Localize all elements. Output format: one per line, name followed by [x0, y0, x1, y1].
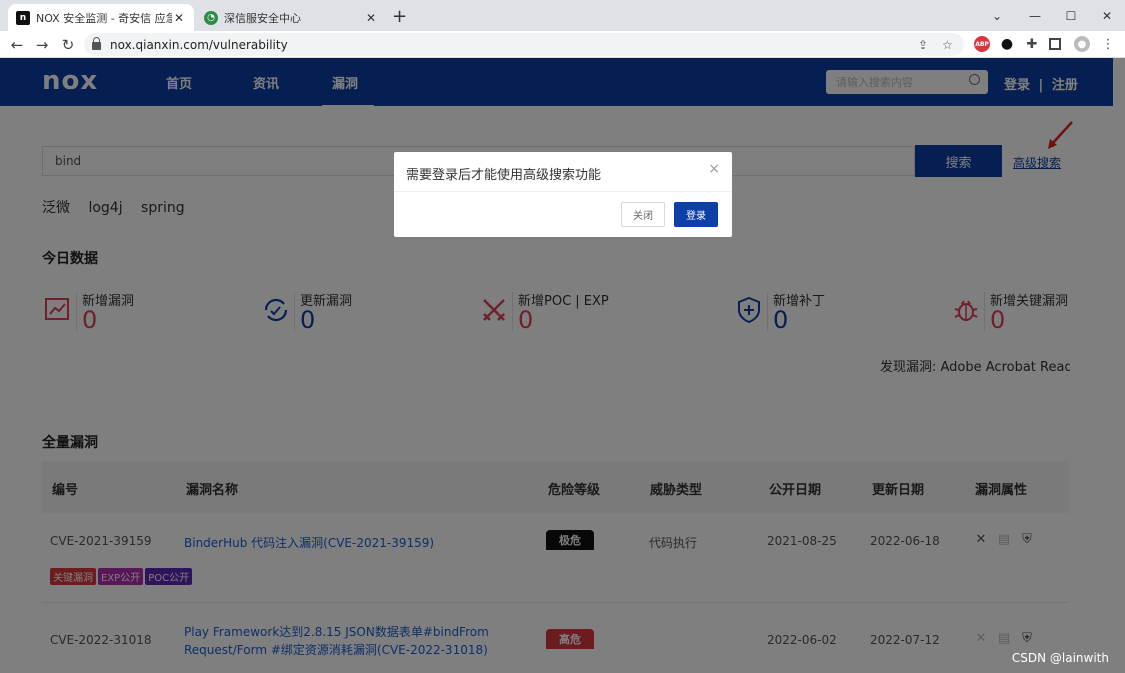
login-required-dialog: 需要登录后才能使用高级搜索功能 × 关闭 登录 — [394, 152, 732, 237]
url-field[interactable]: nox.qianxin.com/vulnerability ⇪ ☆ — [84, 33, 964, 56]
dialog-close-icon[interactable]: × — [708, 161, 720, 177]
address-bar: ← → ↻ nox.qianxin.com/vulnerability ⇪ ☆ — [0, 31, 1125, 58]
extension-circle-icon[interactable]: ● — [999, 36, 1015, 52]
browser-tab-bar: n NOX 安全监测 - 奇安信 应急响应 ✕ ◔ 深信服安全中心 ✕ + ⌄ … — [0, 0, 1125, 31]
forward-icon[interactable]: → — [32, 35, 52, 55]
puzzle-icon[interactable]: ✚ — [1024, 36, 1040, 52]
share-icon[interactable]: ⇪ — [918, 38, 928, 52]
new-tab-button[interactable]: + — [392, 6, 407, 27]
tab-search-icon[interactable]: ⌄ — [979, 0, 1015, 31]
nox-favicon-icon: n — [16, 10, 30, 25]
reload-icon[interactable]: ↻ — [58, 35, 78, 55]
page-content: nox 首页 资讯 漏洞 请输入搜索内容 登录 | 注册 bind 搜索 高级搜… — [0, 58, 1125, 673]
bookmark-star-icon[interactable]: ☆ — [942, 38, 953, 52]
tab-close-icon[interactable]: ✕ — [172, 11, 186, 25]
browser-tab-nox[interactable]: n NOX 安全监测 - 奇安信 应急响应 ✕ — [8, 4, 194, 31]
menu-icon[interactable]: ⋮ — [1100, 36, 1116, 52]
dialog-divider — [394, 191, 732, 192]
sidebar-icon[interactable] — [1049, 38, 1061, 50]
window-close-icon[interactable]: ✕ — [1089, 0, 1125, 31]
csdn-watermark: CSDN @lainwith — [1011, 651, 1109, 665]
minimize-icon[interactable]: — — [1017, 0, 1053, 31]
dialog-login-button[interactable]: 登录 — [674, 202, 718, 227]
maximize-icon[interactable]: ☐ — [1053, 0, 1089, 31]
tab-title: 深信服安全中心 — [224, 11, 301, 25]
url-text: nox.qianxin.com/vulnerability — [110, 37, 288, 52]
modal-backdrop[interactable] — [0, 58, 1125, 673]
back-icon[interactable]: ← — [7, 35, 27, 55]
tab-close-icon[interactable]: ✕ — [364, 11, 378, 25]
lock-icon — [92, 36, 101, 50]
browser-tab-sangfor[interactable]: ◔ 深信服安全中心 ✕ — [196, 4, 386, 31]
tab-title: NOX 安全监测 - 奇安信 应急响应 — [36, 11, 172, 25]
adblock-icon[interactable]: ABP — [974, 36, 990, 52]
dialog-title: 需要登录后才能使用高级搜索功能 — [406, 168, 602, 183]
sangfor-favicon-icon: ◔ — [204, 10, 218, 25]
profile-icon[interactable]: ● — [1074, 36, 1090, 52]
dialog-cancel-button[interactable]: 关闭 — [621, 202, 665, 227]
